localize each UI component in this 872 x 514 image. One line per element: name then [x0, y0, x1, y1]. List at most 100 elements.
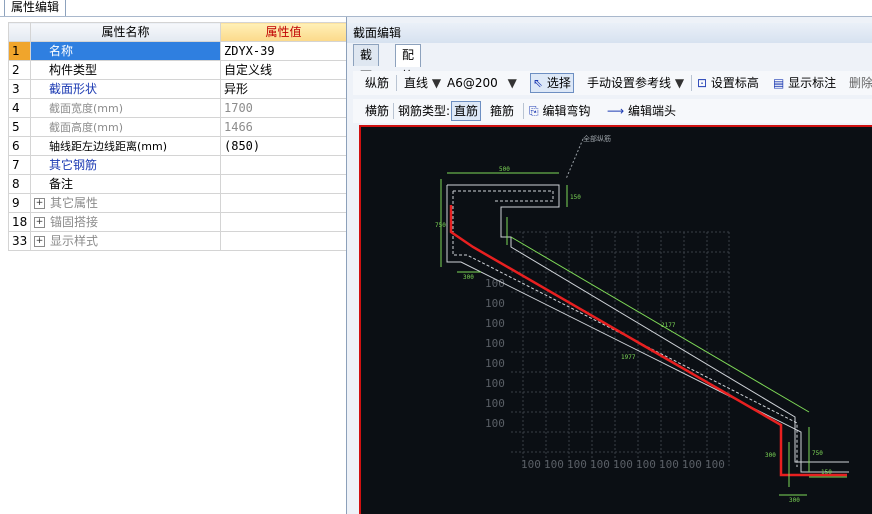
- grid-label: 100: [485, 417, 505, 430]
- expand-icon[interactable]: +: [34, 216, 45, 228]
- manual-ref-label: 手动设置参考线: [587, 76, 672, 90]
- svg-text:1977: 1977: [621, 354, 636, 361]
- separator: [691, 75, 692, 91]
- row-name: 备注: [30, 174, 221, 194]
- section-drawing: 100 100 100 100 100 100 100 100 100 100 …: [435, 134, 849, 504]
- table-row[interactable]: 18 + 锚固搭接: [8, 212, 347, 232]
- row-value[interactable]: [220, 155, 347, 175]
- grid-label: 100: [485, 337, 505, 350]
- table-row[interactable]: 8 备注: [8, 174, 347, 194]
- line-type-value: 直线: [404, 76, 429, 90]
- separator: [396, 75, 397, 91]
- table-row[interactable]: 6 轴线距左边线距离(mm) (850): [8, 136, 347, 156]
- table-row[interactable]: 33 + 显示样式: [8, 231, 347, 251]
- svg-text:300: 300: [765, 452, 776, 459]
- row-value[interactable]: 自定义线: [220, 60, 347, 80]
- expand-icon[interactable]: +: [34, 197, 45, 209]
- table-row[interactable]: 3 截面形状 异形: [8, 79, 347, 99]
- row-number: 33: [8, 231, 31, 251]
- grid-label: 100: [521, 458, 541, 471]
- expand-icon[interactable]: +: [34, 235, 45, 247]
- row-value: 1466: [220, 117, 347, 137]
- section-editor-title: 截面编辑: [347, 23, 872, 43]
- transverse-button[interactable]: 横筋: [365, 103, 389, 119]
- drawing-canvas[interactable]: 100 100 100 100 100 100 100 100 100 100 …: [359, 125, 872, 514]
- annotation-leader: [565, 138, 584, 180]
- property-table: 属性名称 属性值 1 名称 ZDYX-39 2 构件类型 自定义线 3 截面形状…: [8, 22, 347, 251]
- tab-reinforcement[interactable]: 配筋: [395, 44, 422, 83]
- select-button[interactable]: ⇖ 选择: [530, 73, 574, 93]
- dimension-labels: 500 150 750 300 2177 1977 300 750 300 15…: [435, 166, 832, 504]
- grid-label: 100: [590, 458, 610, 471]
- row-number: 9: [8, 193, 31, 213]
- row-value: [220, 212, 347, 232]
- grid-label: 100: [613, 458, 633, 471]
- row-name-group[interactable]: + 其它属性: [30, 193, 221, 213]
- grid-label: 100: [636, 458, 656, 471]
- grid-label: 100: [485, 377, 505, 390]
- edit-end-button[interactable]: ⟶ 编辑端头: [607, 103, 676, 119]
- row-name: 显示样式: [50, 233, 99, 248]
- row-name-group[interactable]: + 显示样式: [30, 231, 221, 251]
- row-value: [220, 231, 347, 251]
- row-value[interactable]: ZDYX-39: [220, 41, 347, 61]
- property-panel: 属性名称 属性值 1 名称 ZDYX-39 2 构件类型 自定义线 3 截面形状…: [0, 17, 347, 514]
- line-type-select[interactable]: 直线 ▼: [404, 75, 441, 91]
- end-icon: ⟶: [607, 104, 625, 118]
- svg-text:150: 150: [570, 194, 581, 201]
- row-name: 截面高度(mm): [30, 117, 221, 137]
- row-number: 7: [8, 155, 31, 175]
- table-row[interactable]: 4 截面宽度(mm) 1700: [8, 98, 347, 118]
- dimension-lines: [440, 172, 847, 496]
- row-value: 1700: [220, 98, 347, 118]
- header-name: 属性名称: [30, 22, 221, 42]
- grid-labels: 100 100 100 100 100 100 100 100 100 100 …: [485, 277, 725, 471]
- row-name: 截面宽度(mm): [30, 98, 221, 118]
- chevron-down-icon: ▼: [674, 76, 685, 90]
- row-number: 6: [8, 136, 31, 156]
- row-value: [220, 193, 347, 213]
- annotation-label: 全部纵筋: [583, 134, 611, 143]
- table-row[interactable]: 7 其它钢筋: [8, 155, 347, 175]
- grid-label: 100: [485, 297, 505, 310]
- row-value[interactable]: (850): [220, 136, 347, 156]
- separator: [523, 103, 524, 119]
- row-name: 锚固搭接: [50, 214, 99, 229]
- table-row[interactable]: 5 截面高度(mm) 1466: [8, 117, 347, 137]
- row-name-group[interactable]: + 锚固搭接: [30, 212, 221, 232]
- svg-text:750: 750: [435, 222, 446, 229]
- property-editor-tab[interactable]: 属性编辑: [4, 0, 67, 16]
- table-row[interactable]: 2 构件类型 自定义线: [8, 60, 347, 80]
- rebar-spec-value: A6@200: [447, 76, 498, 90]
- select-label: 选择: [546, 76, 571, 90]
- cursor-icon: ⇖: [533, 76, 544, 90]
- grid-label: 100: [659, 458, 679, 471]
- row-name: 其它钢筋: [30, 155, 221, 175]
- svg-text:300: 300: [463, 274, 474, 281]
- table-row[interactable]: 1 名称 ZDYX-39: [8, 41, 347, 61]
- set-elevation-button[interactable]: ⊡ 设置标高: [697, 75, 759, 91]
- delete-button[interactable]: 删除: [849, 75, 872, 91]
- row-value[interactable]: 异形: [220, 79, 347, 99]
- table-header: 属性名称 属性值: [8, 22, 347, 42]
- grid-label: 100: [485, 357, 505, 370]
- longitudinal-button[interactable]: 纵筋: [365, 75, 389, 91]
- section-editor-panel: 截面编辑 截面 配筋 纵筋 直线 ▼ A6@200 ▼ ⇖ 选择 手动设置参考线…: [346, 17, 872, 514]
- manual-ref-button[interactable]: 手动设置参考线 ▼: [587, 75, 684, 91]
- toolbar-row-2: 横筋 钢筋类型: 直筋 箍筋 ⎘ 编辑弯钩 ⟶ 编辑端头: [353, 99, 872, 123]
- label-icon: ▤: [773, 76, 785, 90]
- row-value[interactable]: [220, 174, 347, 194]
- header-value: 属性值: [220, 22, 347, 42]
- tab-section[interactable]: 截面: [353, 44, 380, 83]
- elevation-icon: ⊡: [697, 76, 708, 90]
- table-row[interactable]: 9 + 其它属性: [8, 193, 347, 213]
- rebar-spec-select[interactable]: A6@200 ▼: [447, 75, 517, 91]
- stirrup-button[interactable]: 箍筋: [490, 103, 514, 119]
- svg-text:300: 300: [789, 497, 800, 504]
- row-name: 构件类型: [30, 60, 221, 80]
- show-label-button[interactable]: ▤ 显示标注: [773, 75, 836, 91]
- straight-bar-button[interactable]: 直筋: [451, 101, 482, 121]
- rebar-line[interactable]: [449, 205, 847, 477]
- edit-bend-button[interactable]: ⎘ 编辑弯钩: [529, 103, 590, 119]
- chevron-down-icon: ▼: [507, 76, 517, 90]
